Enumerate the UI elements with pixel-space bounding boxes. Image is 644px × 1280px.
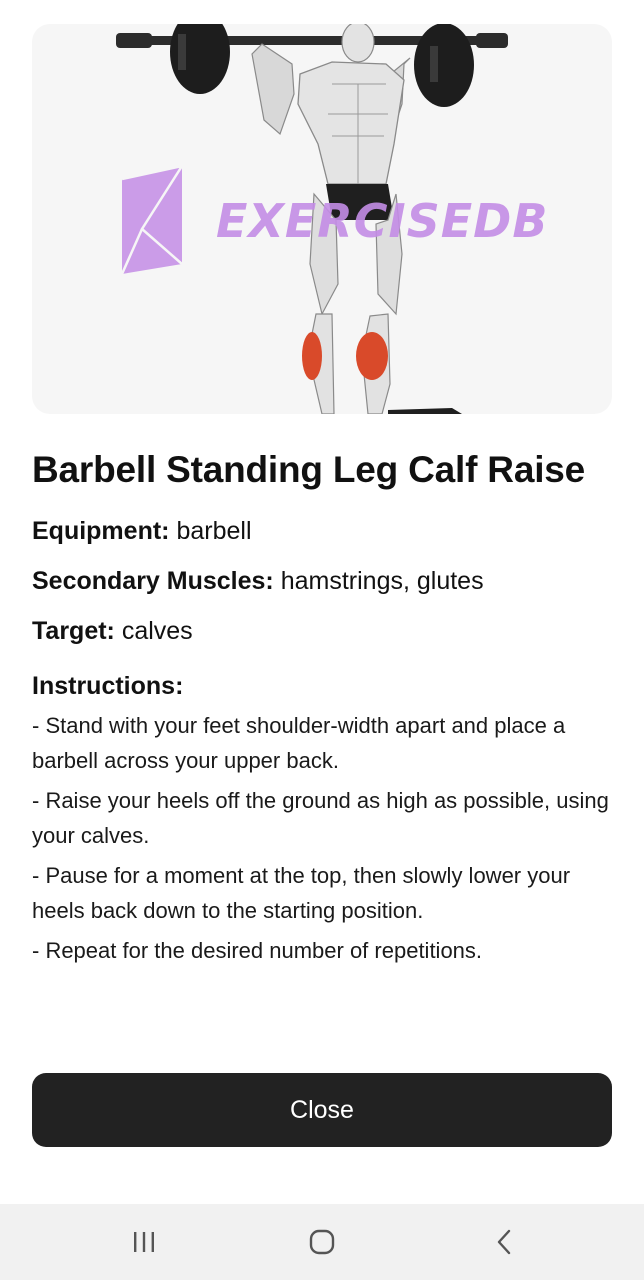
instruction-item: - Repeat for the desired number of repet… — [32, 938, 483, 963]
target-row: Target: calves — [32, 616, 616, 646]
instruction-item: - Raise your heels off the ground as hig… — [32, 788, 609, 848]
close-button[interactable]: Close — [32, 1073, 612, 1147]
home-button[interactable] — [302, 1224, 342, 1260]
secondary-muscles-label: Secondary Muscles: — [32, 567, 274, 595]
target-label: Target: — [32, 617, 115, 645]
back-button[interactable] — [484, 1224, 524, 1260]
target-value: calves — [114, 617, 193, 645]
instructions-list: - Stand with your feet shoulder-width ap… — [32, 708, 616, 968]
watermark-text: EXERCISEDB — [216, 194, 549, 248]
instruction-item: - Pause for a moment at the top, then sl… — [32, 863, 571, 923]
system-nav-bar — [0, 1204, 644, 1280]
exercise-title: Barbell Standing Leg Calf Raise — [32, 449, 586, 490]
equipment-row: Equipment: barbell — [32, 516, 616, 546]
secondary-muscles-row: Secondary Muscles: hamstrings, glutes — [32, 566, 616, 596]
exercise-meta: Equipment: barbell Secondary Muscles: ha… — [32, 516, 616, 646]
instruction-item: - Stand with your feet shoulder-width ap… — [32, 713, 566, 773]
secondary-muscles-value: hamstrings, glutes — [273, 567, 484, 595]
recents-icon — [134, 1232, 154, 1252]
equipment-label: Equipment: — [32, 517, 170, 545]
equipment-value: barbell — [169, 517, 252, 545]
home-icon — [309, 1229, 335, 1255]
instructions-heading: Instructions: — [32, 672, 184, 700]
exercise-image: EXERCISEDB — [32, 24, 612, 414]
exercise-details: Barbell Standing Leg Calf Raise Equipmen… — [32, 446, 616, 973]
back-icon — [497, 1229, 511, 1255]
recents-button[interactable] — [124, 1224, 164, 1260]
